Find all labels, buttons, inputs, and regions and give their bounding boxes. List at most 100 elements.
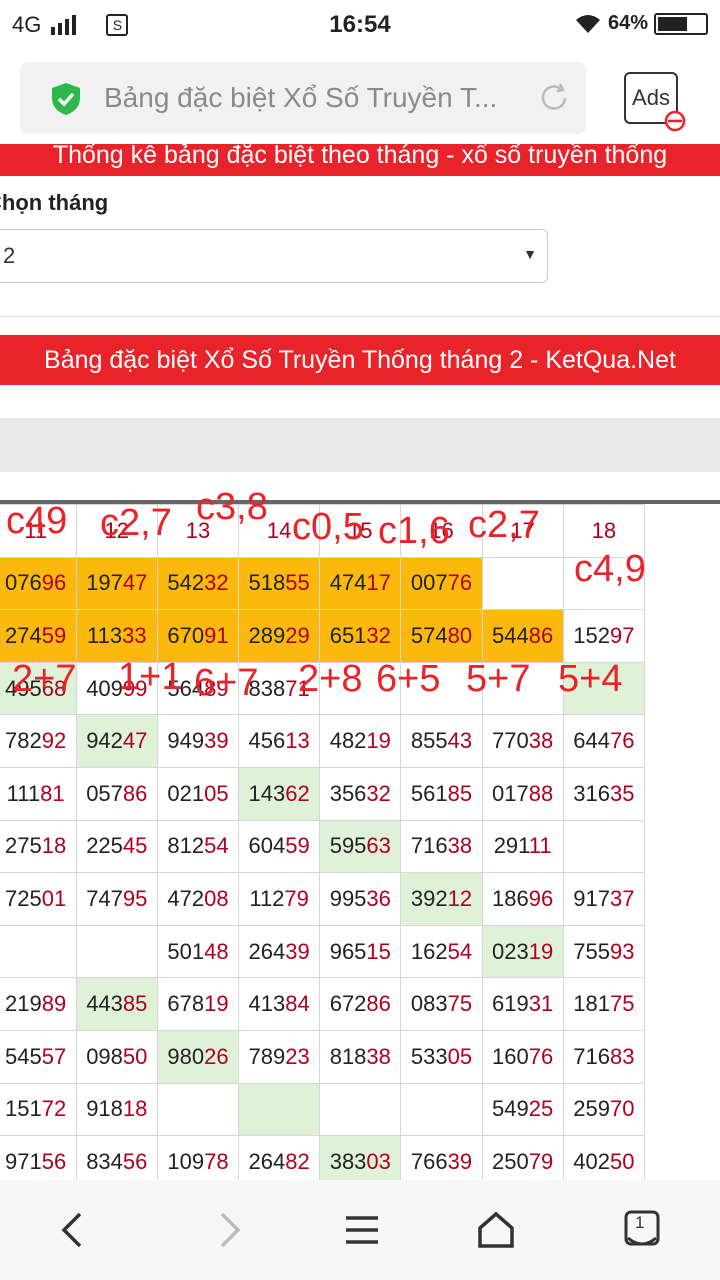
number-prefix: 818 <box>329 1043 367 1069</box>
table-cell <box>481 556 564 611</box>
back-icon[interactable] <box>52 1208 96 1252</box>
column-header: 12 <box>75 504 158 558</box>
table-cell: 38303 <box>319 1135 402 1180</box>
table-cell: 67286 <box>319 977 402 1031</box>
number-prefix: 275 <box>5 833 42 859</box>
number-suffix: 86 <box>122 780 148 806</box>
number-prefix: 501 <box>167 938 205 964</box>
number-prefix: 007 <box>410 570 448 596</box>
column-header: 11 <box>0 504 77 558</box>
number-prefix: 112 <box>249 885 285 911</box>
table-cell: 40999 <box>75 661 158 716</box>
number-suffix: 85 <box>122 991 148 1017</box>
number-suffix: 55 <box>285 570 310 596</box>
number-suffix: 37 <box>609 885 635 911</box>
table-row: 9219894438567819413846728608375619311817… <box>0 977 646 1031</box>
table-cell: 02319 <box>481 924 564 979</box>
number-suffix: 76 <box>447 570 473 596</box>
number-suffix: 79 <box>528 1148 554 1174</box>
number-suffix: 12 <box>447 885 473 911</box>
table-cell: 08375 <box>400 977 483 1031</box>
ad-block-button[interactable]: Ads <box>624 72 686 132</box>
number-prefix: 098 <box>86 1043 123 1069</box>
number-suffix: 17 <box>366 570 391 596</box>
table-cell: 35632 <box>319 766 402 821</box>
results-table-wrap[interactable]: 101112131415161718 507696197475423251855… <box>0 500 720 1180</box>
table-cell: 11333 <box>75 609 158 663</box>
table-cell <box>319 1082 402 1137</box>
table-cell: 97156 <box>0 1135 77 1180</box>
tabs-button[interactable]: 1 <box>620 1208 664 1252</box>
number-suffix: 39 <box>447 1148 473 1174</box>
number-prefix: 402 <box>573 1148 610 1174</box>
number-suffix: 54 <box>204 833 229 859</box>
number-prefix: 264 <box>248 1148 286 1174</box>
table-cell: 26482 <box>238 1135 321 1180</box>
number-suffix: 62 <box>285 780 310 806</box>
table-title-banner: Bảng đặc biệt Xổ Số Truyền Thống tháng 2… <box>0 335 720 385</box>
number-prefix: 474 <box>329 570 367 596</box>
number-prefix: 747 <box>86 885 123 911</box>
number-prefix: 083 <box>410 991 448 1017</box>
column-header: 13 <box>156 504 240 558</box>
number-prefix: 495 <box>5 675 42 701</box>
number-prefix: 274 <box>5 622 42 648</box>
column-header: 14 <box>238 504 321 558</box>
table-cell <box>562 661 646 716</box>
top-banner: Thống kê bảng đặc biệt theo tháng - xổ s… <box>0 144 720 176</box>
address-bar[interactable]: Bảng đặc biệt Xổ Số Truyền T... <box>20 62 586 134</box>
table-cell: 47208 <box>156 872 240 926</box>
table-cell <box>238 1082 321 1137</box>
table-cell: 01788 <box>481 766 564 821</box>
number-prefix: 670 <box>167 622 205 648</box>
table-cell: 02105 <box>156 766 240 821</box>
number-prefix: 545 <box>5 1043 42 1069</box>
divider <box>0 316 720 317</box>
table-cell: 78923 <box>238 1029 321 1084</box>
reload-icon[interactable] <box>536 80 572 116</box>
number-suffix: 63 <box>366 833 391 859</box>
table-cell: 39212 <box>400 872 483 926</box>
url-text[interactable]: Bảng đặc biệt Xổ Số Truyền T... <box>104 82 524 114</box>
table-cell: 57480 <box>400 609 483 663</box>
column-header: 15 <box>319 504 402 558</box>
table-cell <box>319 661 402 716</box>
table-cell: 16076 <box>481 1029 564 1084</box>
number-prefix: 113 <box>87 622 123 648</box>
number-suffix: 78 <box>204 1148 229 1174</box>
number-suffix: 99 <box>122 675 148 701</box>
number-suffix: 47 <box>122 728 148 754</box>
number-suffix: 19 <box>366 728 391 754</box>
table-cell: 16254 <box>400 924 483 979</box>
table-cell <box>481 661 564 716</box>
table-cell: 81254 <box>156 819 240 874</box>
number-suffix: 50 <box>609 1148 635 1174</box>
table-cell: 18175 <box>562 977 646 1031</box>
number-suffix: 85 <box>447 780 473 806</box>
table-cell: 67091 <box>156 609 240 663</box>
number-suffix: 57 <box>41 1043 67 1069</box>
number-suffix: 93 <box>609 938 635 964</box>
number-prefix: 766 <box>410 1148 448 1174</box>
menu-icon[interactable] <box>340 1208 384 1252</box>
number-suffix: 89 <box>204 675 229 701</box>
table-cell: 41384 <box>238 977 321 1031</box>
month-select[interactable]: 2 ▼ <box>0 229 548 283</box>
number-prefix: 542 <box>167 570 205 596</box>
status-bar: 4G S 16:54 64% <box>0 0 720 52</box>
forward-icon[interactable] <box>206 1208 250 1252</box>
number-prefix: 838 <box>248 675 286 701</box>
number-suffix: 18 <box>41 833 67 859</box>
home-icon[interactable] <box>474 1208 518 1252</box>
number-suffix: 31 <box>528 991 554 1017</box>
number-prefix: 971 <box>5 1148 42 1174</box>
table-cell: 74795 <box>75 872 158 926</box>
number-prefix: 782 <box>5 728 42 754</box>
number-suffix: 18 <box>122 1096 148 1122</box>
table-cell <box>0 924 77 979</box>
table-cell: 91737 <box>562 872 646 926</box>
number-suffix: 75 <box>609 991 635 1017</box>
number-prefix: 017 <box>492 780 529 806</box>
table-cell <box>400 1082 483 1137</box>
number-suffix: 33 <box>122 622 147 648</box>
